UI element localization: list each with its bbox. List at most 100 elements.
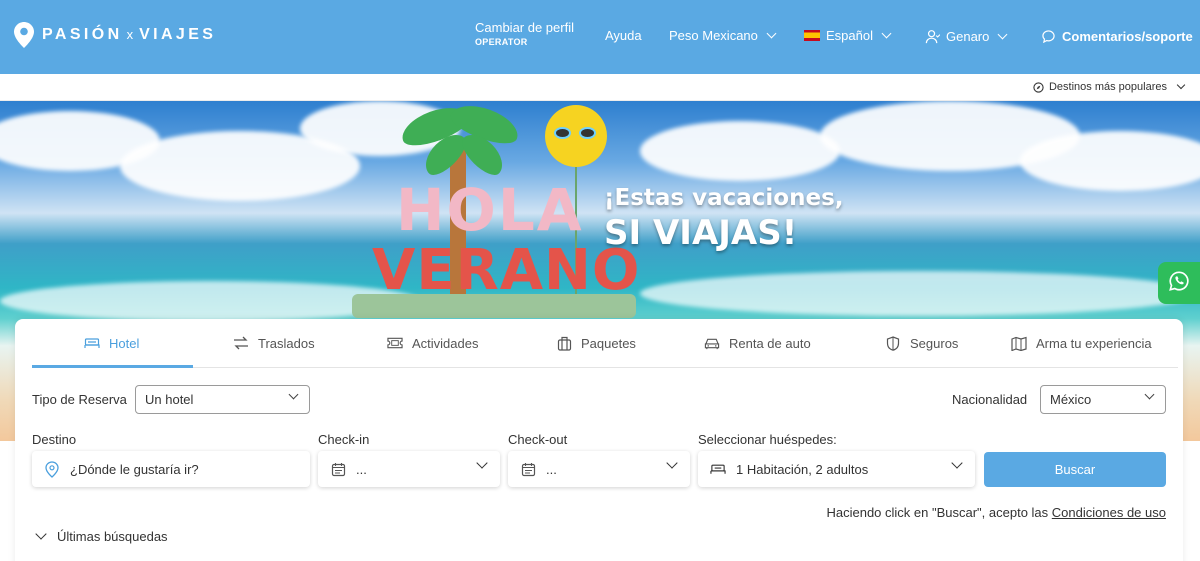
chevron-down-icon bbox=[476, 457, 488, 469]
chevron-down-icon bbox=[951, 457, 963, 469]
guests-field[interactable]: 1 Habitación, 2 adultos bbox=[698, 451, 975, 487]
whatsapp-icon bbox=[1168, 270, 1190, 297]
currency-label: Peso Mexicano bbox=[669, 28, 758, 43]
slogan-line2: SI VIAJAS! bbox=[604, 213, 798, 253]
suitcase-icon bbox=[556, 335, 572, 351]
terms-link[interactable]: Condiciones de uso bbox=[1052, 505, 1166, 520]
tab-activities-label: Actividades bbox=[412, 335, 479, 351]
tab-activities[interactable]: Actividades bbox=[387, 335, 478, 351]
tab-transfers-label: Traslados bbox=[258, 335, 315, 351]
chat-bubble-icon bbox=[1040, 28, 1056, 44]
top-navigation-bar: PASIÓN x VIAJES Cambiar de perfil OPERATOR… bbox=[0, 0, 1200, 74]
brand-name-left: PASIÓN bbox=[42, 26, 123, 43]
secondary-bar: Destinos más populares bbox=[0, 74, 1200, 101]
brand-name: PASIÓN x VIAJES bbox=[42, 26, 216, 44]
feedback-label: Comentarios/soporte bbox=[1062, 28, 1193, 44]
active-tab-indicator bbox=[32, 365, 193, 368]
language-label: Español bbox=[826, 28, 873, 43]
chevron-down-icon bbox=[997, 29, 1008, 39]
tab-packages-label: Paquetes bbox=[581, 335, 636, 351]
chevron-down-icon bbox=[666, 457, 678, 469]
whatsapp-button[interactable] bbox=[1158, 262, 1200, 304]
hola-text: HOLA bbox=[396, 181, 584, 239]
recent-searches-toggle[interactable]: Últimas búsquedas bbox=[35, 528, 168, 544]
cloud bbox=[640, 121, 840, 181]
popular-destinations-dropdown[interactable]: Destinos más populares bbox=[1033, 80, 1186, 93]
checkout-field[interactable]: ... bbox=[508, 451, 690, 487]
feedback-link[interactable]: Comentarios/soporte bbox=[1040, 28, 1193, 44]
map-icon bbox=[1011, 335, 1027, 351]
slogan-line1: ¡Estas vacaciones, bbox=[604, 185, 844, 211]
banner-slogan: ¡Estas vacaciones, SI VIAJAS! bbox=[604, 185, 844, 253]
user-icon bbox=[924, 28, 940, 44]
tab-car-rental-label: Renta de auto bbox=[729, 335, 811, 351]
booking-type-select[interactable]: Un hotel bbox=[135, 385, 310, 414]
recent-searches-label: Últimas búsquedas bbox=[57, 529, 168, 544]
booking-type-value: Un hotel bbox=[145, 392, 194, 407]
product-tabs: Hotel Traslados Actividades Paquetes Ren… bbox=[32, 319, 1178, 368]
guests-label: Seleccionar huéspedes: bbox=[698, 432, 837, 447]
language-selector[interactable]: Español bbox=[804, 28, 892, 43]
checkin-label: Check-in bbox=[318, 432, 370, 447]
calendar-icon bbox=[330, 461, 346, 477]
help-label: Ayuda bbox=[605, 28, 642, 43]
change-profile-label: Cambiar de perfil bbox=[475, 20, 574, 35]
cloud bbox=[1020, 131, 1200, 191]
shield-icon bbox=[885, 335, 901, 351]
transfer-arrows-icon bbox=[233, 335, 249, 351]
hola-letters: HOLA bbox=[396, 176, 584, 244]
location-pin-icon bbox=[14, 22, 34, 48]
tab-car-rental[interactable]: Renta de auto bbox=[704, 335, 811, 351]
checkout-value: ... bbox=[546, 461, 557, 477]
checkin-value: ... bbox=[356, 461, 367, 477]
change-profile-button[interactable]: Cambiar de perfil OPERATOR bbox=[475, 21, 574, 47]
destination-field[interactable] bbox=[32, 451, 310, 487]
search-button[interactable]: Buscar bbox=[984, 452, 1166, 487]
chevron-down-icon bbox=[35, 528, 47, 540]
nationality-label: Nacionalidad bbox=[952, 392, 1028, 407]
checkout-label: Check-out bbox=[508, 432, 568, 447]
destination-label: Destino bbox=[32, 432, 77, 447]
wave-foam bbox=[640, 271, 1200, 316]
help-link[interactable]: Ayuda bbox=[605, 28, 642, 43]
ticket-icon bbox=[387, 335, 403, 351]
bed-icon bbox=[84, 335, 100, 351]
chevron-down-icon bbox=[1144, 389, 1155, 400]
user-menu[interactable]: Genaro bbox=[924, 28, 1008, 44]
terms-notice: Haciendo click en "Buscar", acepto las C… bbox=[826, 505, 1166, 520]
booking-type-label: Tipo de Reserva bbox=[32, 392, 127, 407]
search-panel: Hotel Traslados Actividades Paquetes Ren… bbox=[15, 319, 1183, 561]
tab-transfers[interactable]: Traslados bbox=[233, 335, 315, 351]
guests-value: 1 Habitación, 2 adultos bbox=[736, 461, 869, 477]
tab-hotel[interactable]: Hotel bbox=[84, 335, 139, 351]
tab-hotel-label: Hotel bbox=[109, 335, 140, 351]
user-name: Genaro bbox=[946, 28, 990, 44]
brand-name-x: x bbox=[126, 27, 136, 42]
nationality-value: México bbox=[1050, 392, 1092, 407]
sunglasses bbox=[554, 127, 598, 139]
brand-logo[interactable]: PASIÓN x VIAJES bbox=[14, 22, 216, 48]
tab-packages[interactable]: Paquetes bbox=[556, 335, 636, 351]
tab-insurance-label: Seguros bbox=[910, 335, 959, 351]
profile-role: OPERATOR bbox=[475, 37, 528, 47]
brand-name-right: VIAJES bbox=[139, 26, 217, 43]
spain-flag-icon bbox=[804, 30, 820, 41]
tab-insurance[interactable]: Seguros bbox=[885, 335, 958, 351]
destination-input[interactable] bbox=[70, 461, 290, 477]
terms-text: Haciendo click en "Buscar", acepto las bbox=[826, 505, 1049, 520]
tab-build-experience-label: Arma tu experiencia bbox=[1036, 335, 1152, 351]
chevron-down-icon bbox=[288, 389, 299, 400]
chevron-down-icon bbox=[881, 28, 892, 39]
bed-icon bbox=[710, 461, 726, 477]
nationality-select[interactable]: México bbox=[1040, 385, 1166, 414]
calendar-icon bbox=[520, 461, 536, 477]
sun-emoji bbox=[545, 105, 607, 167]
checkin-field[interactable]: ... bbox=[318, 451, 500, 487]
verano-text: VERANO bbox=[372, 243, 641, 299]
car-icon bbox=[704, 335, 720, 351]
tab-build-experience[interactable]: Arma tu experiencia bbox=[1011, 335, 1152, 351]
compass-icon bbox=[1033, 81, 1044, 93]
chevron-down-icon bbox=[1176, 80, 1186, 90]
currency-selector[interactable]: Peso Mexicano bbox=[669, 28, 777, 43]
verano-letters: VERANO bbox=[372, 238, 641, 303]
